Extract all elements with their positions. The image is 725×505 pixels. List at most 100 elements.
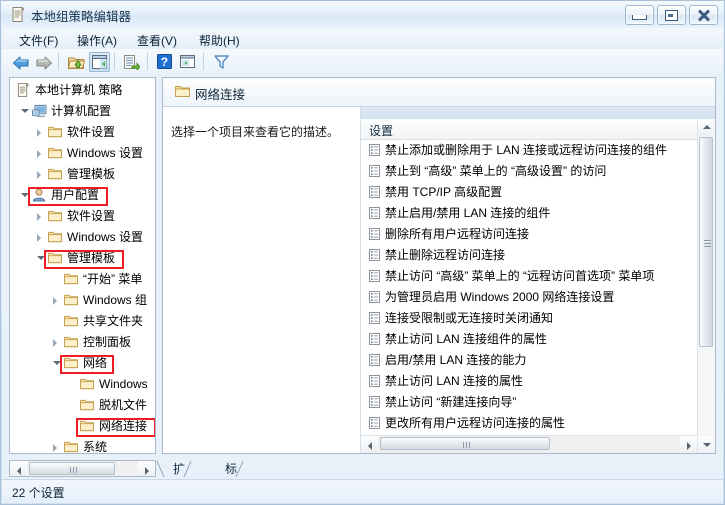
list-scroll-left-button[interactable] [361, 436, 378, 451]
collapse-triangle-icon[interactable] [37, 256, 45, 260]
tab-extended[interactable]: 扩展 [162, 460, 193, 478]
expand-triangle-icon[interactable] [37, 129, 41, 137]
tree-item-11[interactable]: 共享文件夹 [10, 311, 156, 332]
folder-icon [48, 168, 62, 180]
scroll-down-button[interactable] [698, 436, 715, 453]
status-text: 22 个设置 [12, 484, 65, 501]
minimize-button[interactable] [625, 5, 654, 25]
settings-list-item[interactable]: 禁止访问 “高级” 菜单上的 “远程访问首选项” 菜单项 [361, 266, 715, 287]
settings-list-item[interactable]: 禁止添加或删除用于 LAN 连接或远程访问连接的组件 [361, 140, 715, 161]
settings-list-item[interactable]: 禁止访问 LAN 连接的属性 [361, 371, 715, 392]
settings-list-item[interactable]: 启用/禁用 LAN 连接的能力 [361, 350, 715, 371]
tree-item-8[interactable]: 管理模板 [10, 248, 156, 269]
expand-triangle-icon[interactable] [37, 213, 41, 221]
settings-list-item-label: 禁止访问 “新建连接向导” [385, 395, 516, 409]
tree-item-5[interactable]: 用户配置 [10, 185, 156, 206]
settings-list-item[interactable]: 删除所有用户远程访问连接 [361, 224, 715, 245]
console-tree-pane[interactable]: 本地计算机 策略计算机配置软件设置Windows 设置管理模板用户配置软件设置W… [9, 77, 156, 454]
description-text: 选择一个项目来查看它的描述。 [171, 123, 339, 140]
settings-list-header[interactable]: 设置 [361, 119, 715, 140]
expand-triangle-icon[interactable] [37, 150, 41, 158]
tree-item-15[interactable]: 脱机文件 [10, 395, 156, 416]
scroll-up-button[interactable] [698, 119, 715, 136]
settings-list-item-label: 为管理员启用 Windows 2000 网络连接设置 [385, 290, 614, 304]
list-scroll-thumb[interactable] [380, 437, 550, 450]
up-folder-icon [68, 55, 85, 70]
tree-item-1[interactable]: 计算机配置 [10, 101, 156, 122]
folder-icon [48, 210, 62, 222]
tree-item-13[interactable]: 网络 [10, 353, 156, 374]
settings-list-item[interactable]: 禁止启用/禁用 LAN 连接的组件 [361, 203, 715, 224]
policy-setting-icon [369, 396, 380, 408]
menu-action[interactable]: 操作(A) [72, 31, 122, 50]
tree-horizontal-scrollbar[interactable] [9, 460, 156, 477]
settings-list-item-label: 禁止删除远程访问连接 [385, 248, 505, 262]
back-button[interactable] [10, 52, 31, 72]
folder-icon [64, 294, 78, 306]
tree-item-2[interactable]: 软件设置 [10, 122, 156, 143]
tree-item-14[interactable]: Windows [10, 374, 156, 395]
properties-button[interactable] [178, 52, 199, 72]
tree-item-6[interactable]: 软件设置 [10, 206, 156, 227]
tree-scroll-right-button[interactable] [138, 461, 155, 476]
collapse-triangle-icon[interactable] [21, 109, 29, 113]
help-button[interactable]: ? [155, 52, 176, 72]
expand-triangle-icon[interactable] [37, 171, 41, 179]
tree-item-12[interactable]: 控制面板 [10, 332, 156, 353]
up-folder-button[interactable] [66, 52, 87, 72]
settings-list-item-label: 禁止到 “高级” 菜单上的 “高级设置” 的访问 [385, 164, 606, 178]
menu-view[interactable]: 查看(V) [132, 31, 182, 50]
menu-help[interactable]: 帮助(H) [194, 31, 245, 50]
menu-bar: 文件(F) 操作(A) 查看(V) 帮助(H) [2, 28, 723, 50]
folder-icon [48, 252, 62, 264]
show-hide-tree-button[interactable] [89, 52, 110, 72]
list-horizontal-scrollbar[interactable] [361, 435, 697, 453]
tree-item-label: 本地计算机 策略 [35, 80, 122, 101]
tree-item-0[interactable]: 本地计算机 策略 [10, 80, 156, 101]
expand-triangle-icon[interactable] [53, 444, 57, 452]
tree-item-7[interactable]: Windows 设置 [10, 227, 156, 248]
settings-list-item[interactable]: 禁用 TCP/IP 高级配置 [361, 182, 715, 203]
forward-button[interactable] [33, 52, 54, 72]
export-list-button[interactable] [122, 52, 143, 72]
expand-triangle-icon[interactable] [53, 339, 57, 347]
menu-file[interactable]: 文件(F) [14, 31, 63, 50]
tree-item-9[interactable]: “开始” 菜单 [10, 269, 156, 290]
tree-item-16[interactable]: 网络连接 [10, 416, 156, 437]
expand-triangle-icon[interactable] [37, 234, 41, 242]
settings-list-item[interactable]: 禁止访问 “新建连接向导” [361, 392, 715, 413]
list-vertical-scrollbar[interactable] [697, 119, 715, 453]
tree-scroll-thumb[interactable] [29, 462, 115, 475]
settings-list-item[interactable]: 禁止删除远程访问连接 [361, 245, 715, 266]
filter-button[interactable] [211, 52, 232, 72]
tree-item-label: Windows 组 [83, 290, 147, 311]
settings-list-item[interactable]: 禁止到 “高级” 菜单上的 “高级设置” 的访问 [361, 161, 715, 182]
maximize-button[interactable] [657, 5, 686, 25]
policy-setting-icon [369, 249, 380, 261]
settings-list-item[interactable]: 为管理员启用 Windows 2000 网络连接设置 [361, 287, 715, 308]
list-scroll-right-button[interactable] [680, 436, 697, 451]
chevron-down-icon [703, 443, 711, 447]
tree-item-3[interactable]: Windows 设置 [10, 143, 156, 164]
settings-column-header: 设置 [369, 122, 393, 139]
collapse-triangle-icon[interactable] [21, 193, 29, 197]
tab-leading-slash-icon [156, 460, 165, 478]
settings-list-item[interactable]: 连接受限制或无连接时关闭通知 [361, 308, 715, 329]
tab-standard[interactable]: 标准 [214, 460, 245, 478]
policy-setting-icon [369, 417, 380, 429]
settings-list-item[interactable]: 禁止访问 LAN 连接组件的属性 [361, 329, 715, 350]
settings-list-item[interactable]: 更改所有用户远程访问连接的属性 [361, 413, 715, 434]
close-button[interactable] [689, 5, 718, 25]
vertical-scroll-thumb[interactable] [699, 137, 713, 347]
tree-item-10[interactable]: Windows 组 [10, 290, 156, 311]
folder-icon [80, 378, 94, 390]
user-icon [32, 188, 46, 202]
tree-item-17[interactable]: 系统 [10, 437, 156, 454]
expand-triangle-icon[interactable] [53, 297, 57, 305]
tree-item-4[interactable]: 管理模板 [10, 164, 156, 185]
policy-setting-icon [369, 165, 380, 177]
collapse-triangle-icon[interactable] [53, 361, 61, 365]
chevron-right-icon [145, 467, 149, 475]
tree-scroll-left-button[interactable] [10, 461, 27, 476]
toolbar-separator-1 [58, 53, 59, 70]
